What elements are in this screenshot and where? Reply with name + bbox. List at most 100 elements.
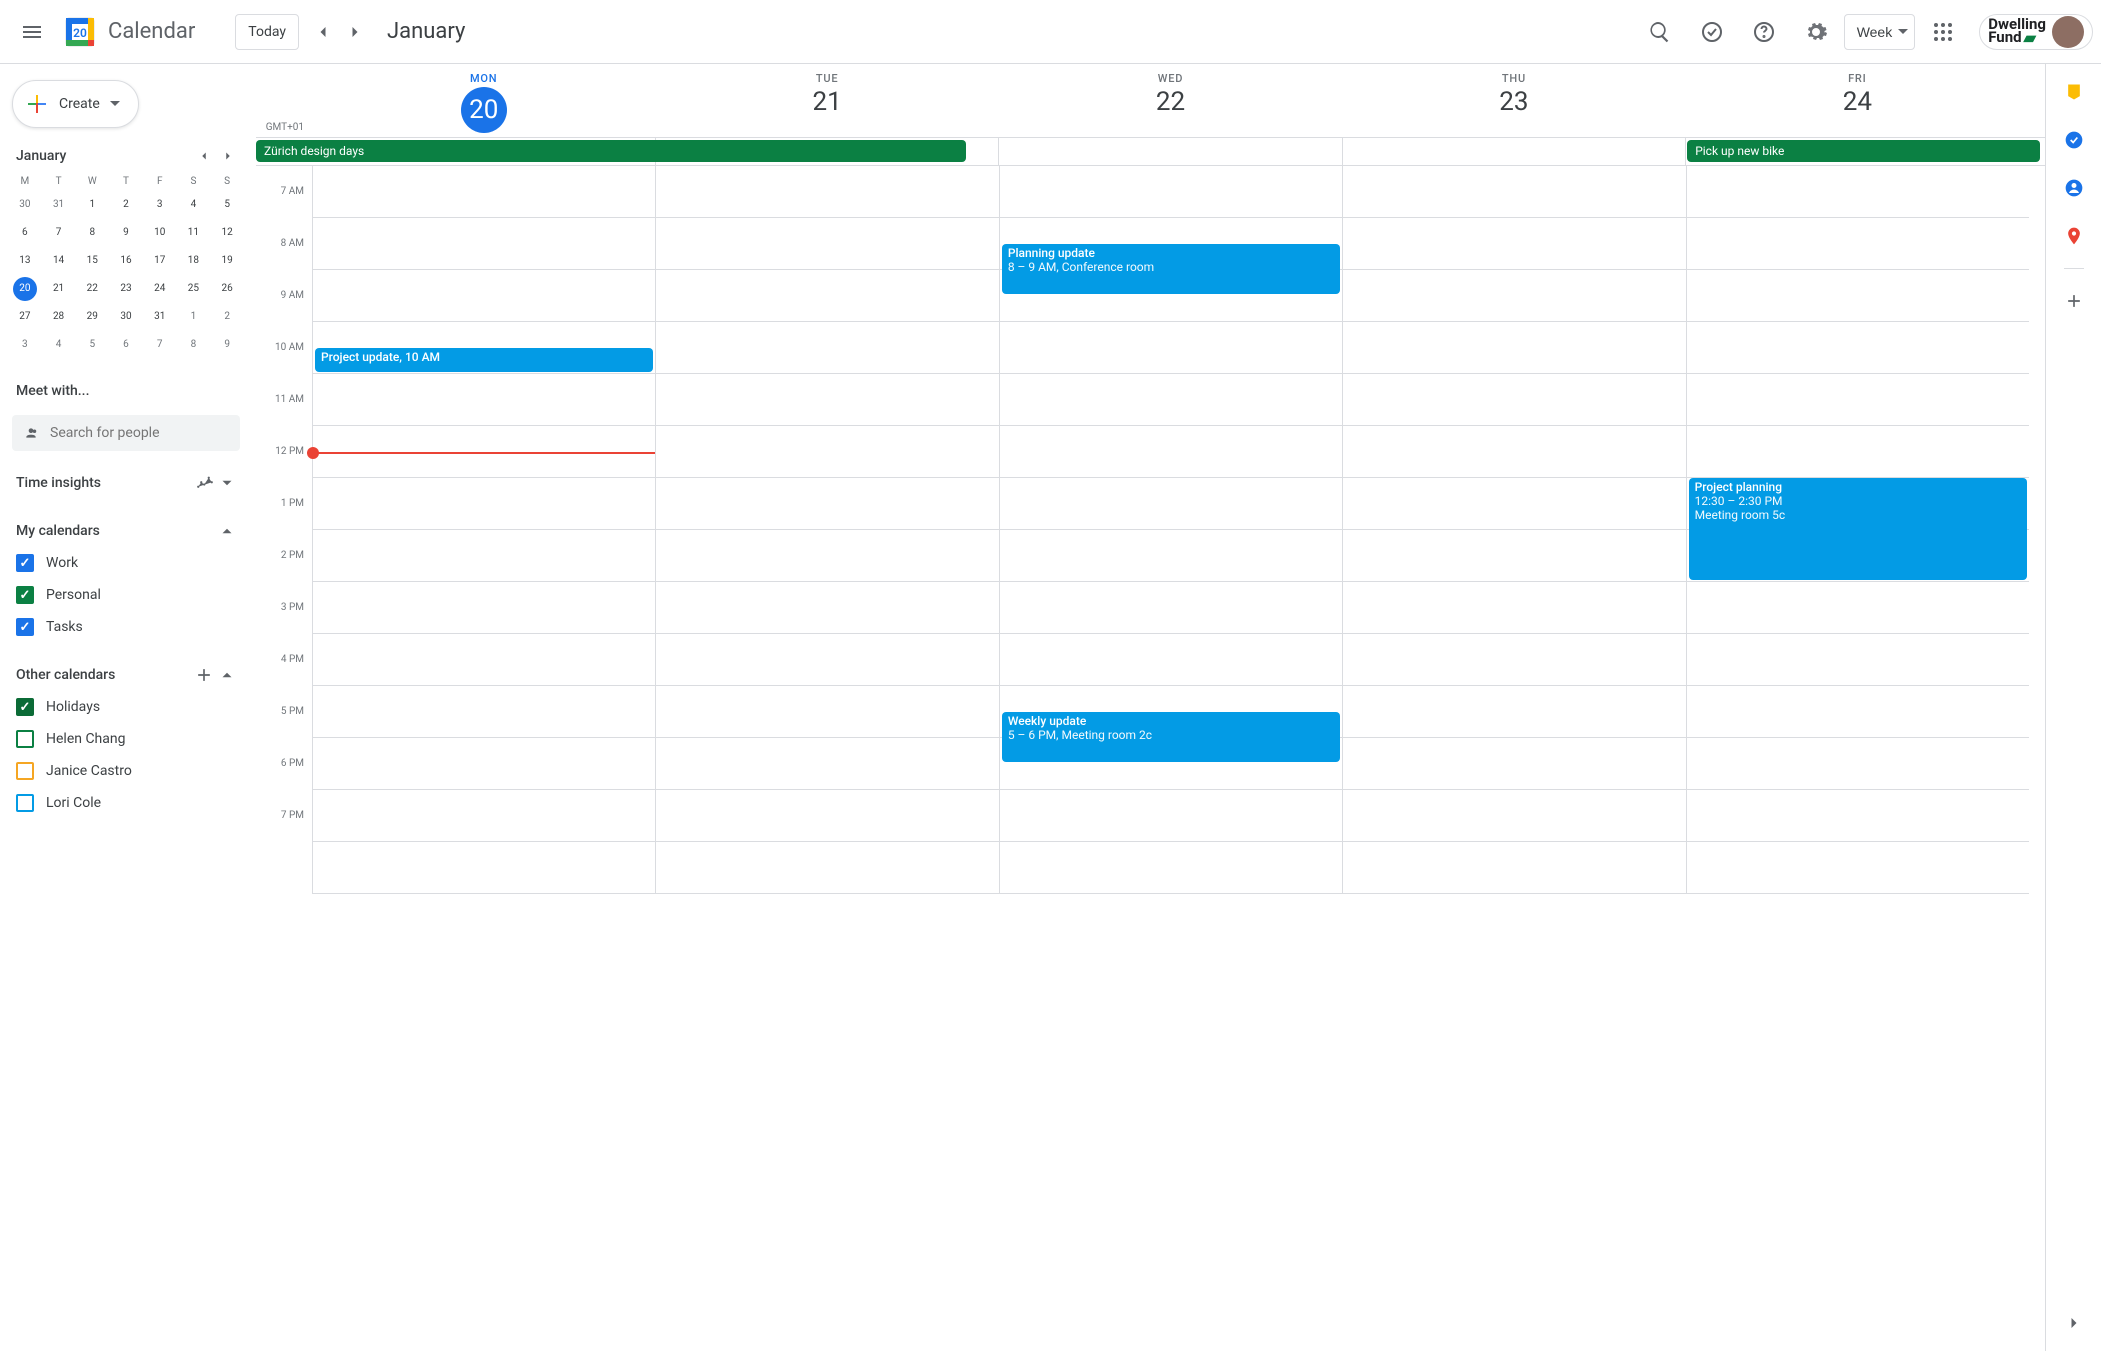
plus-icon[interactable] xyxy=(194,665,214,685)
calendar-item[interactable]: Lori Cole xyxy=(8,787,244,819)
day-columns[interactable]: Project update, 10 AM Planning update8 – … xyxy=(312,166,2029,894)
day-column[interactable]: Planning update8 – 9 AM, Conference room… xyxy=(999,166,1342,894)
day-column[interactable] xyxy=(1342,166,1685,894)
calendar-checkbox[interactable] xyxy=(16,618,34,636)
create-button[interactable]: Create xyxy=(12,80,139,128)
mini-day[interactable]: 19 xyxy=(215,249,239,273)
mini-day[interactable]: 16 xyxy=(114,249,138,273)
allday-event[interactable]: Zürich design days xyxy=(256,140,966,162)
calendar-checkbox[interactable] xyxy=(16,586,34,604)
mini-day[interactable]: 9 xyxy=(215,333,239,357)
mini-day[interactable]: 14 xyxy=(47,249,71,273)
mini-day[interactable]: 10 xyxy=(148,221,172,245)
help-button[interactable] xyxy=(1740,8,1788,56)
mini-day[interactable]: 12 xyxy=(215,221,239,245)
mini-day[interactable]: 26 xyxy=(215,277,239,301)
mini-day[interactable]: 6 xyxy=(13,221,37,245)
calendar-checkbox[interactable] xyxy=(16,730,34,748)
day-header[interactable]: WED22 xyxy=(999,64,1342,137)
calendar-checkbox[interactable] xyxy=(16,554,34,572)
mini-day[interactable]: 15 xyxy=(80,249,104,273)
calendar-item[interactable]: Personal xyxy=(8,579,244,611)
mini-day[interactable]: 2 xyxy=(114,193,138,217)
mini-day[interactable]: 4 xyxy=(181,193,205,217)
mini-day[interactable]: 8 xyxy=(80,221,104,245)
allday-cell[interactable] xyxy=(1342,138,1686,165)
calendar-item[interactable]: Work xyxy=(8,547,244,579)
view-selector[interactable]: Week xyxy=(1844,14,1916,50)
settings-button[interactable] xyxy=(1792,8,1840,56)
day-header[interactable]: FRI24 xyxy=(1686,64,2029,137)
next-period-button[interactable] xyxy=(339,16,371,48)
calendar-event[interactable]: Project planning12:30 – 2:30 PMMeeting r… xyxy=(1689,478,2027,580)
mini-day[interactable]: 5 xyxy=(80,333,104,357)
mini-day[interactable]: 7 xyxy=(148,333,172,357)
mini-day[interactable]: 25 xyxy=(181,277,205,301)
search-button[interactable] xyxy=(1636,8,1684,56)
day-header[interactable]: THU23 xyxy=(1342,64,1685,137)
mini-day[interactable]: 6 xyxy=(114,333,138,357)
mini-day[interactable]: 30 xyxy=(13,193,37,217)
main-menu-button[interactable] xyxy=(8,8,56,56)
mini-day[interactable]: 29 xyxy=(80,305,104,329)
mini-day[interactable]: 18 xyxy=(181,249,205,273)
mini-day[interactable]: 3 xyxy=(148,193,172,217)
prev-period-button[interactable] xyxy=(307,16,339,48)
hide-panel-button[interactable] xyxy=(2054,1303,2094,1343)
calendar-checkbox[interactable] xyxy=(16,762,34,780)
mini-day[interactable]: 13 xyxy=(13,249,37,273)
mini-day[interactable]: 8 xyxy=(181,333,205,357)
mini-day[interactable]: 17 xyxy=(148,249,172,273)
mini-day[interactable]: 27 xyxy=(13,305,37,329)
calendar-event[interactable]: Planning update8 – 9 AM, Conference room xyxy=(1002,244,1340,294)
calendar-item[interactable]: Janice Castro xyxy=(8,755,244,787)
mini-day[interactable]: 1 xyxy=(80,193,104,217)
search-people-input[interactable] xyxy=(50,425,228,441)
addons-button[interactable] xyxy=(2054,281,2094,321)
maps-button[interactable] xyxy=(2054,216,2094,256)
mini-day[interactable]: 2 xyxy=(215,305,239,329)
day-column[interactable]: Project planning12:30 – 2:30 PMMeeting r… xyxy=(1686,166,2029,894)
mini-day[interactable]: 3 xyxy=(13,333,37,357)
apps-button[interactable] xyxy=(1919,8,1967,56)
contacts-button[interactable] xyxy=(2054,168,2094,208)
mini-day[interactable]: 9 xyxy=(114,221,138,245)
mini-day[interactable]: 30 xyxy=(114,305,138,329)
other-calendars-toggle[interactable]: Other calendars xyxy=(8,659,244,691)
allday-event[interactable]: Pick up new bike xyxy=(1687,140,2039,162)
mini-day[interactable]: 5 xyxy=(215,193,239,217)
calendar-event[interactable]: Project update, 10 AM xyxy=(315,348,653,372)
mini-day[interactable]: 31 xyxy=(47,193,71,217)
mini-day[interactable]: 23 xyxy=(114,277,138,301)
mini-day[interactable]: 28 xyxy=(47,305,71,329)
app-logo[interactable]: 20 Calendar xyxy=(60,12,195,52)
day-header[interactable]: TUE21 xyxy=(655,64,998,137)
mini-day[interactable]: 24 xyxy=(148,277,172,301)
my-calendars-toggle[interactable]: My calendars xyxy=(8,515,244,547)
mini-day[interactable]: 1 xyxy=(181,305,205,329)
time-grid-scroll[interactable]: 7 AM8 AM9 AM10 AM11 AM12 PM1 PM2 PM3 PM4… xyxy=(256,166,2045,1333)
mini-day[interactable]: 22 xyxy=(80,277,104,301)
calendar-checkbox[interactable] xyxy=(16,794,34,812)
day-column[interactable] xyxy=(655,166,998,894)
today-button[interactable]: Today xyxy=(235,14,299,50)
mini-next-button[interactable] xyxy=(216,144,240,168)
calendar-checkbox[interactable] xyxy=(16,698,34,716)
allday-row[interactable]: Zürich design days Pick up new bike xyxy=(256,138,2045,166)
account-switcher[interactable]: Dwelling Fund▰ xyxy=(1979,14,2093,50)
mini-day[interactable]: 20 xyxy=(13,277,37,301)
mini-day[interactable]: 11 xyxy=(181,221,205,245)
search-people-field[interactable] xyxy=(12,415,240,451)
mini-prev-button[interactable] xyxy=(192,144,216,168)
tasks-button[interactable] xyxy=(1688,8,1736,56)
calendar-item[interactable]: Tasks xyxy=(8,611,244,643)
calendar-item[interactable]: Helen Chang xyxy=(8,723,244,755)
day-column[interactable]: Project update, 10 AM xyxy=(312,166,655,894)
day-header[interactable]: MON20 xyxy=(312,64,655,137)
calendar-event[interactable]: Weekly update5 – 6 PM, Meeting room 2c xyxy=(1002,712,1340,762)
time-insights-toggle[interactable]: Time insights xyxy=(8,467,244,499)
calendar-item[interactable]: Holidays xyxy=(8,691,244,723)
tasks-button[interactable] xyxy=(2054,120,2094,160)
mini-day[interactable]: 31 xyxy=(148,305,172,329)
mini-day[interactable]: 7 xyxy=(47,221,71,245)
